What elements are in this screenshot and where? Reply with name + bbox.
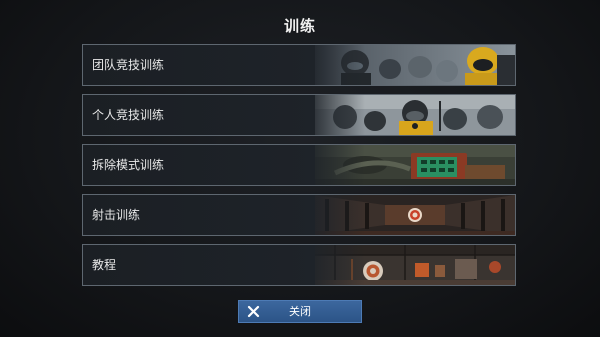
thumb-fade	[305, 95, 365, 135]
menu-item-label: 个人竞技训练	[92, 108, 165, 122]
menu-item-shooting-training[interactable]: 射击训练	[82, 194, 516, 236]
close-icon	[245, 303, 262, 320]
thumb-fade	[305, 195, 365, 235]
menu-item-defuse-training[interactable]: 拆除模式训练	[82, 144, 516, 186]
menu-item-label: 教程	[92, 258, 117, 272]
menu-item-label: 拆除模式训练	[92, 158, 165, 172]
menu-item-label: 射击训练	[92, 208, 141, 222]
screen-title: 训练	[283, 17, 316, 35]
menu-item-team-training[interactable]: 团队竞技训练	[82, 44, 516, 86]
menu-item-tutorial[interactable]: 教程	[82, 244, 516, 286]
close-button[interactable]: 关闭	[238, 300, 362, 323]
thumb-fade	[305, 145, 365, 185]
menu-item-label: 团队竞技训练	[92, 58, 165, 72]
menu-item-solo-training[interactable]: 个人竞技训练	[82, 94, 516, 136]
thumb-fade	[305, 45, 365, 85]
thumb-fade	[305, 245, 365, 285]
